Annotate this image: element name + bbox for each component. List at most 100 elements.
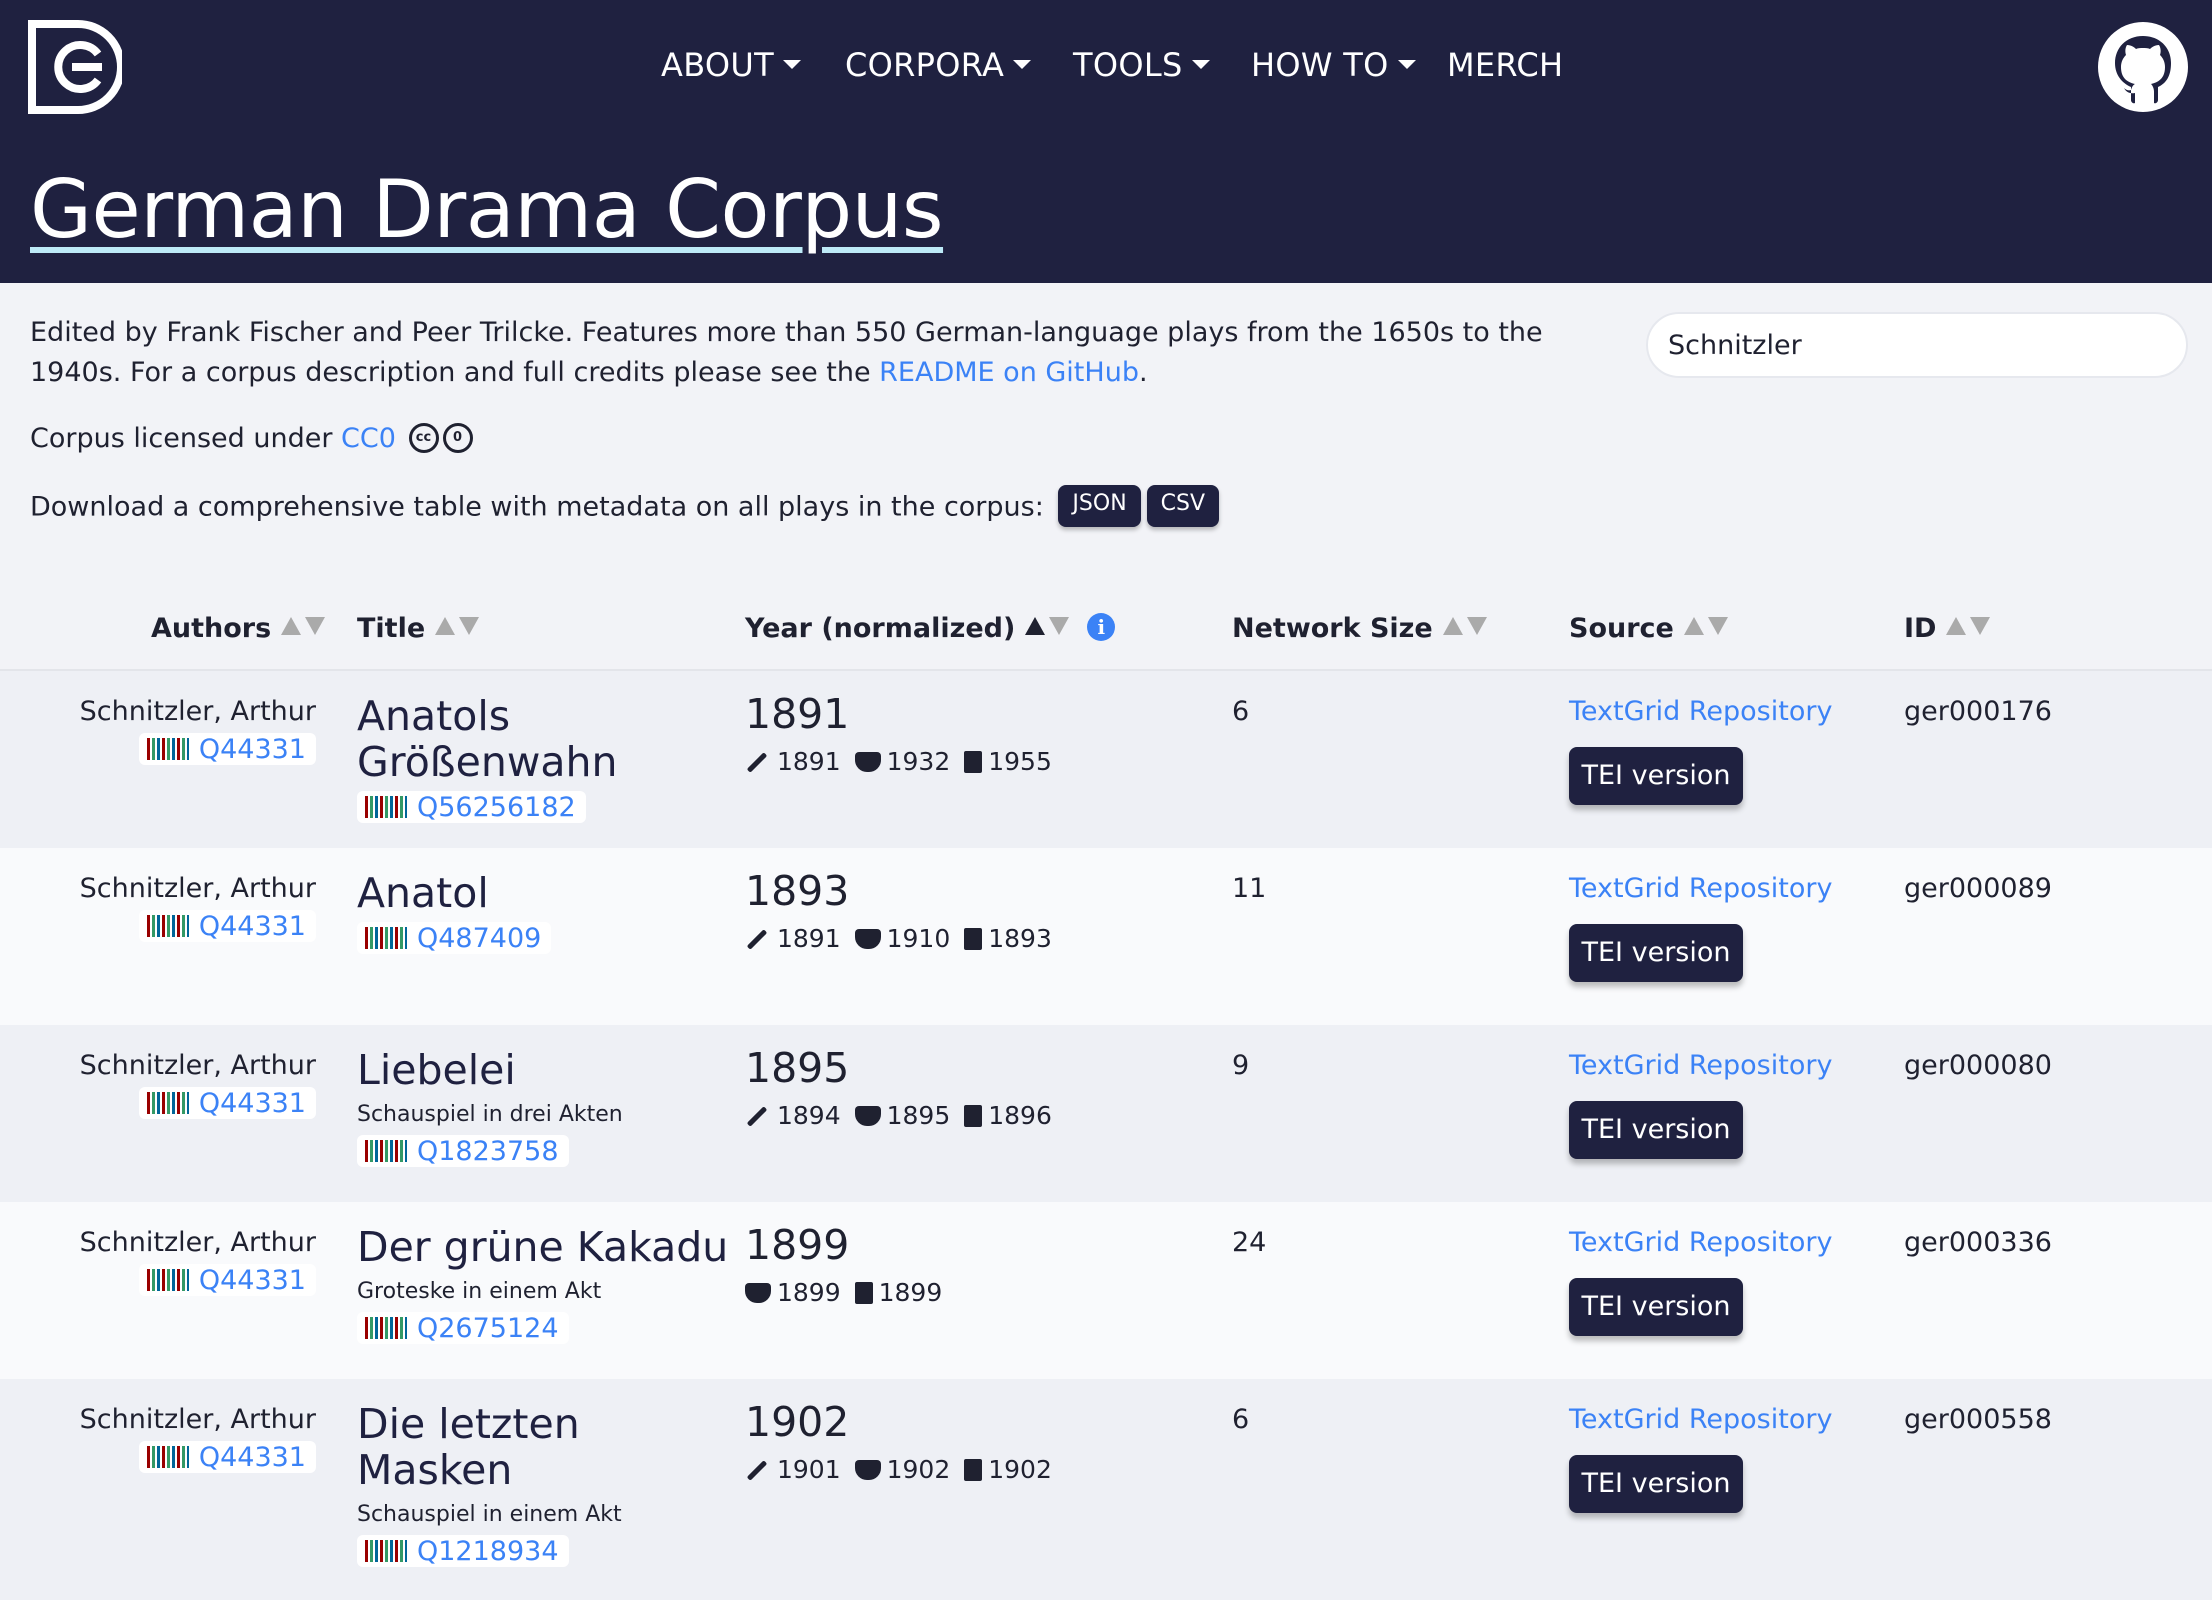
- book-icon: [854, 1282, 873, 1304]
- play-title[interactable]: Liebelei: [357, 1047, 717, 1093]
- year-details: 1901 1902 1902: [745, 1455, 1066, 1485]
- cc0-link[interactable]: CC0: [341, 423, 396, 454]
- year-printed: 1902: [988, 1455, 1052, 1484]
- sort-down-icon: [1707, 616, 1728, 635]
- download-csv-button[interactable]: CSV: [1146, 485, 1220, 527]
- title-wikidata-link[interactable]: Q2675124: [357, 1312, 569, 1344]
- wikidata-id: Q1823758: [417, 1135, 559, 1167]
- nav-merch[interactable]: MERCH: [1447, 40, 1563, 90]
- source-link[interactable]: TextGrid Repository: [1569, 1224, 1832, 1262]
- header-network-size[interactable]: Network Size: [1232, 611, 1491, 648]
- sort-icon[interactable]: [1025, 609, 1073, 645]
- title-cell: Anatols Größenwahn Q56256182: [357, 693, 717, 823]
- info-icon[interactable]: i: [1087, 612, 1116, 641]
- sort-down-icon: [459, 616, 480, 635]
- author-wikidata-link[interactable]: Q44331: [138, 1264, 316, 1296]
- pen-icon: [746, 751, 768, 773]
- wikidata-id: Q2675124: [417, 1312, 559, 1344]
- author-wikidata-link[interactable]: Q44331: [138, 910, 316, 942]
- nav-tools[interactable]: TOOLS: [1073, 40, 1210, 90]
- network-size: 11: [1232, 873, 1267, 904]
- author-name[interactable]: Schnitzler, Arthur: [80, 693, 316, 731]
- play-title[interactable]: Der grüne Kakadu: [357, 1224, 728, 1270]
- sort-up-icon: [1683, 616, 1704, 635]
- header-authors[interactable]: Authors: [151, 611, 329, 648]
- year-premiered: 1895: [886, 1101, 951, 1130]
- sort-up-active-icon: [1025, 616, 1046, 635]
- header-id-label: ID: [1904, 613, 1937, 644]
- nav-corpora[interactable]: CORPORA: [845, 40, 1032, 90]
- tei-version-button[interactable]: TEI version: [1569, 1101, 1743, 1159]
- nav-about[interactable]: ABOUT: [661, 40, 801, 90]
- title-wikidata-link[interactable]: Q1823758: [357, 1135, 569, 1167]
- year-premiered: 1902: [886, 1455, 951, 1484]
- play-title[interactable]: Die letzten Masken: [357, 1401, 717, 1493]
- source-link[interactable]: TextGrid Repository: [1569, 1047, 1832, 1085]
- title-wikidata-link[interactable]: Q487409: [357, 922, 552, 954]
- wikidata-id: Q44331: [198, 1264, 306, 1296]
- title-cell: Die letzten Masken Schauspiel in einem A…: [357, 1401, 717, 1567]
- tei-version-button[interactable]: TEI version: [1569, 747, 1743, 805]
- sort-down-icon: [1049, 616, 1070, 635]
- author-name[interactable]: Schnitzler, Arthur: [80, 870, 316, 908]
- tei-version-button[interactable]: TEI version: [1569, 1278, 1743, 1336]
- network-size: 24: [1232, 1227, 1267, 1258]
- download-text: Download a comprehensive table with meta…: [30, 491, 1044, 523]
- header-source[interactable]: Source: [1569, 611, 1732, 648]
- header-title[interactable]: Title: [357, 611, 483, 648]
- wikidata-icon: [365, 927, 407, 949]
- wikidata-icon: [365, 796, 407, 818]
- sort-icon[interactable]: [281, 609, 329, 645]
- sort-up-icon: [1442, 616, 1463, 635]
- book-icon: [964, 1105, 983, 1127]
- sort-down-icon: [305, 616, 326, 635]
- sort-icon[interactable]: [1442, 609, 1491, 645]
- source-link[interactable]: TextGrid Repository: [1569, 870, 1832, 908]
- sort-down-icon: [1466, 616, 1487, 635]
- title-cell: Der grüne Kakadu Groteske in einem Akt Q…: [357, 1224, 728, 1344]
- author-wikidata-link[interactable]: Q44331: [138, 1087, 316, 1119]
- author-name[interactable]: Schnitzler, Arthur: [80, 1224, 316, 1262]
- title-wikidata-link[interactable]: Q56256182: [357, 791, 586, 823]
- tei-version-button[interactable]: TEI version: [1569, 924, 1743, 982]
- description-end: .: [1138, 357, 1148, 388]
- header-id[interactable]: ID: [1904, 611, 1994, 648]
- title-wikidata-link[interactable]: Q1218934: [357, 1535, 569, 1567]
- play-title[interactable]: Anatols Größenwahn: [357, 693, 717, 785]
- year-written: 1894: [777, 1101, 841, 1130]
- search-input[interactable]: [1646, 312, 2188, 378]
- header-year[interactable]: Year (normalized) i: [745, 609, 1116, 648]
- year-details: 1891 1910 1893: [745, 924, 1066, 954]
- play-title[interactable]: Anatol: [357, 870, 717, 916]
- author-wikidata-link[interactable]: Q44331: [138, 1441, 316, 1473]
- wikidata-icon: [365, 1540, 407, 1562]
- readme-link[interactable]: README on GitHub: [879, 357, 1139, 388]
- github-icon[interactable]: [2096, 20, 2190, 114]
- theater-mask-icon: [854, 752, 881, 772]
- download-json-button[interactable]: JSON: [1058, 485, 1141, 527]
- author-name[interactable]: Schnitzler, Arthur: [80, 1401, 316, 1439]
- sort-icon[interactable]: [1946, 609, 1994, 645]
- caret-down-icon: [782, 59, 801, 69]
- corpus-title[interactable]: German Drama Corpus: [30, 160, 944, 260]
- source-link[interactable]: TextGrid Repository: [1569, 693, 1832, 731]
- nav-about-label: ABOUT: [661, 46, 774, 84]
- book-icon: [964, 1459, 983, 1481]
- author-wikidata-link[interactable]: Q44331: [138, 733, 316, 765]
- author-name[interactable]: Schnitzler, Arthur: [80, 1047, 316, 1085]
- nav-how-to[interactable]: HOW TO: [1251, 40, 1416, 90]
- sort-icon[interactable]: [435, 609, 483, 645]
- nav-tools-label: TOOLS: [1073, 46, 1183, 84]
- play-id: ger000558: [1904, 1404, 2052, 1435]
- year-written: 1901: [777, 1455, 841, 1484]
- sort-icon[interactable]: [1683, 609, 1732, 645]
- header-year-label: Year (normalized): [745, 613, 1016, 644]
- title-cell: Liebelei Schauspiel in drei Akten Q18237…: [357, 1047, 717, 1167]
- sort-up-icon: [1946, 616, 1967, 635]
- year-normalized: 1891: [745, 690, 850, 738]
- main-nav: ABOUT CORPORA TOOLS HOW TO MERCH: [0, 40, 2212, 90]
- pen-icon: [746, 1459, 768, 1481]
- tei-version-button[interactable]: TEI version: [1569, 1455, 1743, 1513]
- wikidata-id: Q1218934: [417, 1535, 559, 1567]
- source-link[interactable]: TextGrid Repository: [1569, 1401, 1832, 1439]
